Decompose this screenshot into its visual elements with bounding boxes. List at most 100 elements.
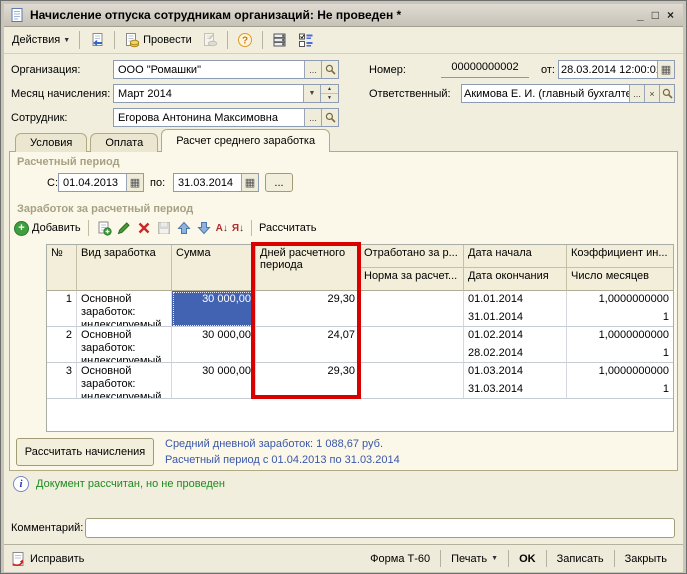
post-button[interactable]: Провести [120, 29, 196, 51]
maximize-icon[interactable]: □ [652, 9, 659, 21]
cell-dates[interactable]: 01.03.2014 31.03.2014 [464, 363, 567, 399]
document-datetime-value: 28.03.2014 12:00:01 [559, 64, 657, 76]
cell-worked[interactable] [360, 327, 464, 363]
close-icon[interactable]: × [667, 9, 674, 21]
calendar-button[interactable]: ▦ [241, 174, 258, 191]
responsible-field[interactable]: Акимова Е. И. (главный бухгалте ... × [461, 84, 675, 103]
document-structure-icon [272, 32, 288, 48]
spinner-down-icon[interactable]: ▼ [321, 93, 338, 102]
calendar-button[interactable]: ▦ [657, 61, 674, 78]
delete-row-button[interactable] [136, 220, 152, 236]
ellipsis-button[interactable]: ... [304, 61, 321, 78]
actions-menu-button[interactable]: Действия ▼ [8, 31, 74, 49]
recalculate-button[interactable]: Рассчитать [259, 222, 316, 234]
col-header-sum[interactable]: Сумма [172, 245, 256, 291]
move-down-button[interactable] [196, 220, 212, 236]
sort-ascending-button[interactable]: АА↓↓ [216, 223, 228, 234]
period-to-label: по: [150, 177, 165, 189]
ellipsis-button[interactable]: ... [304, 109, 321, 126]
col-header-worked[interactable]: Отработано за р... Норма за расчет... [360, 245, 464, 291]
calculate-accruals-button[interactable]: Рассчитать начисления [16, 438, 154, 466]
move-up-button[interactable] [176, 220, 192, 236]
cell-coeff[interactable]: 1,0000000000 1 [567, 363, 673, 399]
tab-conditions[interactable]: Условия [15, 133, 87, 152]
cell-sum[interactable]: 30 000,00 [172, 327, 256, 363]
cell-days[interactable]: 29,30 [256, 363, 360, 399]
tab-average-earnings[interactable]: Расчет среднего заработка [161, 129, 330, 152]
print-button[interactable]: Печать ▼ [441, 545, 508, 572]
tab-label: Оплата [105, 137, 143, 149]
save-label: Записать [557, 553, 604, 565]
sort-descending-button[interactable]: Я↓ [232, 223, 244, 234]
cell-kind[interactable]: Основной заработок: индексируемый [77, 291, 172, 327]
clear-button[interactable]: × [644, 85, 659, 102]
cell-dates[interactable]: 01.01.2014 31.01.2014 [464, 291, 567, 327]
cell-sum-selected[interactable]: 30 000,00 [172, 291, 256, 327]
reread-button[interactable] [85, 29, 109, 51]
cell-coeff[interactable]: 1,0000000000 1 [567, 327, 673, 363]
edit-row-button[interactable] [116, 220, 132, 236]
cell-date-start: 01.03.2014 [464, 363, 566, 381]
comment-input[interactable] [85, 518, 675, 538]
col-header-num[interactable]: № [47, 245, 77, 291]
accrual-month-field[interactable]: Март 2014 ▼ ▲ ▼ [113, 84, 339, 103]
cell-dates[interactable]: 01.02.2014 28.02.2014 [464, 327, 567, 363]
document-icon [9, 7, 25, 23]
minimize-icon[interactable]: _ [637, 9, 644, 21]
close-button[interactable]: Закрыть [615, 545, 677, 572]
cell-kind[interactable]: Основной заработок: индексируемый [77, 363, 172, 399]
average-earnings-panel: Расчетный период С: 01.04.2013 ▦ по: 31.… [9, 151, 678, 471]
responsible-value: Акимова Е. И. (главный бухгалте [462, 88, 629, 100]
col-header-kind[interactable]: Вид заработка [77, 245, 172, 291]
fix-button[interactable]: Исправить [10, 551, 360, 567]
toolbar-separator [251, 220, 252, 236]
cell-kind[interactable]: Основной заработок: индексируемый [77, 327, 172, 363]
structure-button[interactable] [268, 29, 292, 51]
period-to-field[interactable]: 31.03.2014 ▦ [173, 173, 259, 192]
magnifier-button[interactable] [659, 85, 674, 102]
col-header-days[interactable]: Дней расчетного периода [256, 245, 360, 291]
table-row[interactable]: 2 Основной заработок: индексируемый 30 0… [47, 327, 673, 363]
magnifier-button[interactable] [321, 109, 338, 126]
copy-row-button[interactable] [96, 220, 112, 236]
ok-button[interactable]: OK [509, 545, 546, 572]
month-spinner[interactable]: ▲ ▼ [320, 85, 338, 102]
document-datetime-field[interactable]: 28.03.2014 12:00:01 ▦ [558, 60, 675, 79]
spinner-up-icon[interactable]: ▲ [321, 85, 338, 93]
period-from-field[interactable]: 01.04.2013 ▦ [58, 173, 144, 192]
cell-worked[interactable] [360, 291, 464, 327]
add-row-button[interactable]: + Добавить [14, 221, 81, 236]
help-button[interactable]: ? [233, 29, 257, 51]
dropdown-button[interactable]: ▼ [303, 85, 320, 102]
arrow-up-icon [176, 220, 192, 236]
col-header-months: Число месяцев [567, 267, 673, 290]
table-row[interactable]: 1 Основной заработок: индексируемый 30 0… [47, 291, 673, 327]
employee-field[interactable]: Егорова Антонина Максимовна ... [113, 108, 339, 127]
calendar-button[interactable]: ▦ [126, 174, 143, 191]
table-row[interactable]: 3 Основной заработок: индексируемый 30 0… [47, 363, 673, 399]
ellipsis-button[interactable]: ... [629, 85, 644, 102]
cell-norm [360, 345, 463, 363]
period-from-value: 01.04.2013 [59, 177, 126, 189]
cell-days[interactable]: 24,07 [256, 327, 360, 363]
magnifier-button[interactable] [321, 61, 338, 78]
form-t60-button[interactable]: Форма Т-60 [360, 545, 440, 572]
organization-field[interactable]: ООО "Ромашки" ... [113, 60, 339, 79]
cell-days[interactable]: 29,30 [256, 291, 360, 327]
end-row-edit-button[interactable] [156, 220, 172, 236]
tab-payment[interactable]: Оплата [90, 133, 158, 152]
earnings-table[interactable]: № Вид заработка Сумма Дней расчетного пе… [46, 244, 674, 432]
cell-coeff[interactable]: 1,0000000000 1 [567, 291, 673, 327]
add-icon: + [14, 221, 29, 236]
col-header-coeff[interactable]: Коэффициент ин... Число месяцев [567, 245, 673, 291]
unpost-button[interactable] [198, 29, 222, 51]
save-row-icon [156, 220, 172, 236]
settings-button[interactable] [294, 29, 318, 51]
save-button[interactable]: Записать [547, 545, 614, 572]
period-more-button[interactable]: ... [265, 173, 293, 192]
number-value: 00000000002 [441, 61, 529, 78]
arrow-down-icon [196, 220, 212, 236]
cell-sum[interactable]: 30 000,00 [172, 363, 256, 399]
cell-worked[interactable] [360, 363, 464, 399]
col-header-dates[interactable]: Дата начала Дата окончания [464, 245, 567, 291]
